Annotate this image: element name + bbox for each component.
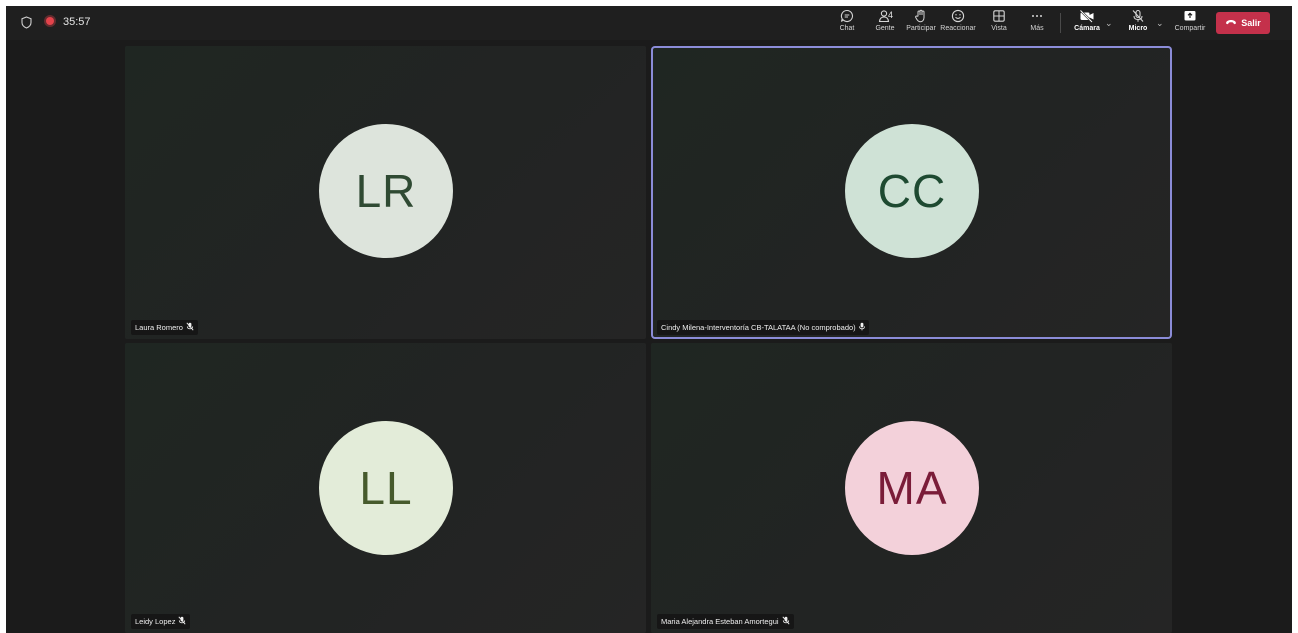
toolbar-divider	[1060, 13, 1061, 33]
participant-name: Maria Alejandra Esteban Amortegui	[661, 617, 779, 626]
camera-options-chevron-icon[interactable]: ⌄	[1105, 18, 1113, 29]
leave-label: Salir	[1241, 18, 1261, 28]
react-button[interactable]: Reaccionar	[936, 9, 980, 39]
participant-tile-leidy-lopez[interactable]: LL Leidy Lopez	[125, 343, 646, 633]
people-button[interactable]: 4 Gente	[870, 9, 900, 39]
avatar: CC	[845, 124, 979, 258]
avatar: LR	[319, 124, 453, 258]
raise-hand-label: Participar	[906, 25, 936, 32]
participant-tile-cindy-milena[interactable]: CC Cindy Milena-Interventoría CB-TALATAA…	[651, 46, 1172, 339]
mic-options-chevron-icon[interactable]: ⌄	[1156, 18, 1164, 29]
participant-name-tag: Cindy Milena-Interventoría CB-TALATAA (N…	[657, 320, 869, 335]
shield-icon[interactable]	[20, 16, 33, 29]
more-button[interactable]: Más	[1028, 9, 1046, 39]
raise-hand-button[interactable]: Participar	[902, 9, 940, 39]
participant-name-tag: Maria Alejandra Esteban Amortegui	[657, 614, 794, 629]
participant-name: Leidy Lopez	[135, 617, 176, 626]
leave-button[interactable]: Salir	[1216, 12, 1270, 34]
mic-label: Micro	[1128, 25, 1148, 32]
meeting-timer: 35:57	[63, 16, 91, 28]
meeting-toolbar: 35:57 Chat 4 Gente Participar Reaccionar…	[6, 6, 1292, 40]
avatar: MA	[845, 421, 979, 555]
meeting-window: 35:57 Chat 4 Gente Participar Reaccionar…	[6, 6, 1292, 633]
mic-off-icon	[186, 322, 194, 333]
people-count: 4	[888, 10, 894, 20]
mic-on-icon	[858, 322, 865, 333]
ellipsis-icon	[1030, 9, 1044, 25]
share-icon	[1183, 9, 1197, 25]
smiley-icon	[951, 9, 965, 25]
camera-off-icon	[1079, 9, 1095, 25]
chat-button[interactable]: Chat	[836, 9, 858, 39]
camera-label: Cámara	[1074, 25, 1100, 32]
grid-icon	[992, 9, 1006, 25]
phone-hangup-icon	[1225, 18, 1237, 28]
participant-name-tag: Leidy Lopez	[131, 614, 191, 629]
camera-button[interactable]: Cámara	[1072, 9, 1102, 39]
participant-tile-laura-romero[interactable]: LR Laura Romero	[125, 46, 646, 339]
participant-tile-maria-alejandra[interactable]: MA Maria Alejandra Esteban Amortegui	[651, 343, 1172, 633]
view-button[interactable]: Vista	[988, 9, 1010, 39]
avatar: LL	[319, 421, 453, 555]
view-label: Vista	[991, 25, 1007, 32]
more-label: Más	[1030, 25, 1044, 32]
participant-name: Laura Romero	[135, 323, 183, 332]
mic-off-icon	[178, 616, 186, 627]
recording-icon	[46, 17, 54, 25]
people-label: Gente	[875, 25, 895, 32]
chat-icon	[840, 9, 854, 25]
share-button[interactable]: Compartir	[1172, 9, 1208, 39]
mic-off-icon	[782, 616, 790, 627]
participant-name-tag: Laura Romero	[131, 320, 198, 335]
chat-label: Chat	[839, 25, 855, 32]
react-label: Reaccionar	[940, 25, 976, 32]
hand-icon	[914, 9, 928, 25]
share-label: Compartir	[1174, 25, 1206, 32]
mic-off-icon	[1131, 9, 1145, 25]
participant-name: Cindy Milena-Interventoría CB-TALATAA (N…	[661, 323, 856, 332]
mic-button[interactable]: Micro	[1126, 9, 1150, 39]
